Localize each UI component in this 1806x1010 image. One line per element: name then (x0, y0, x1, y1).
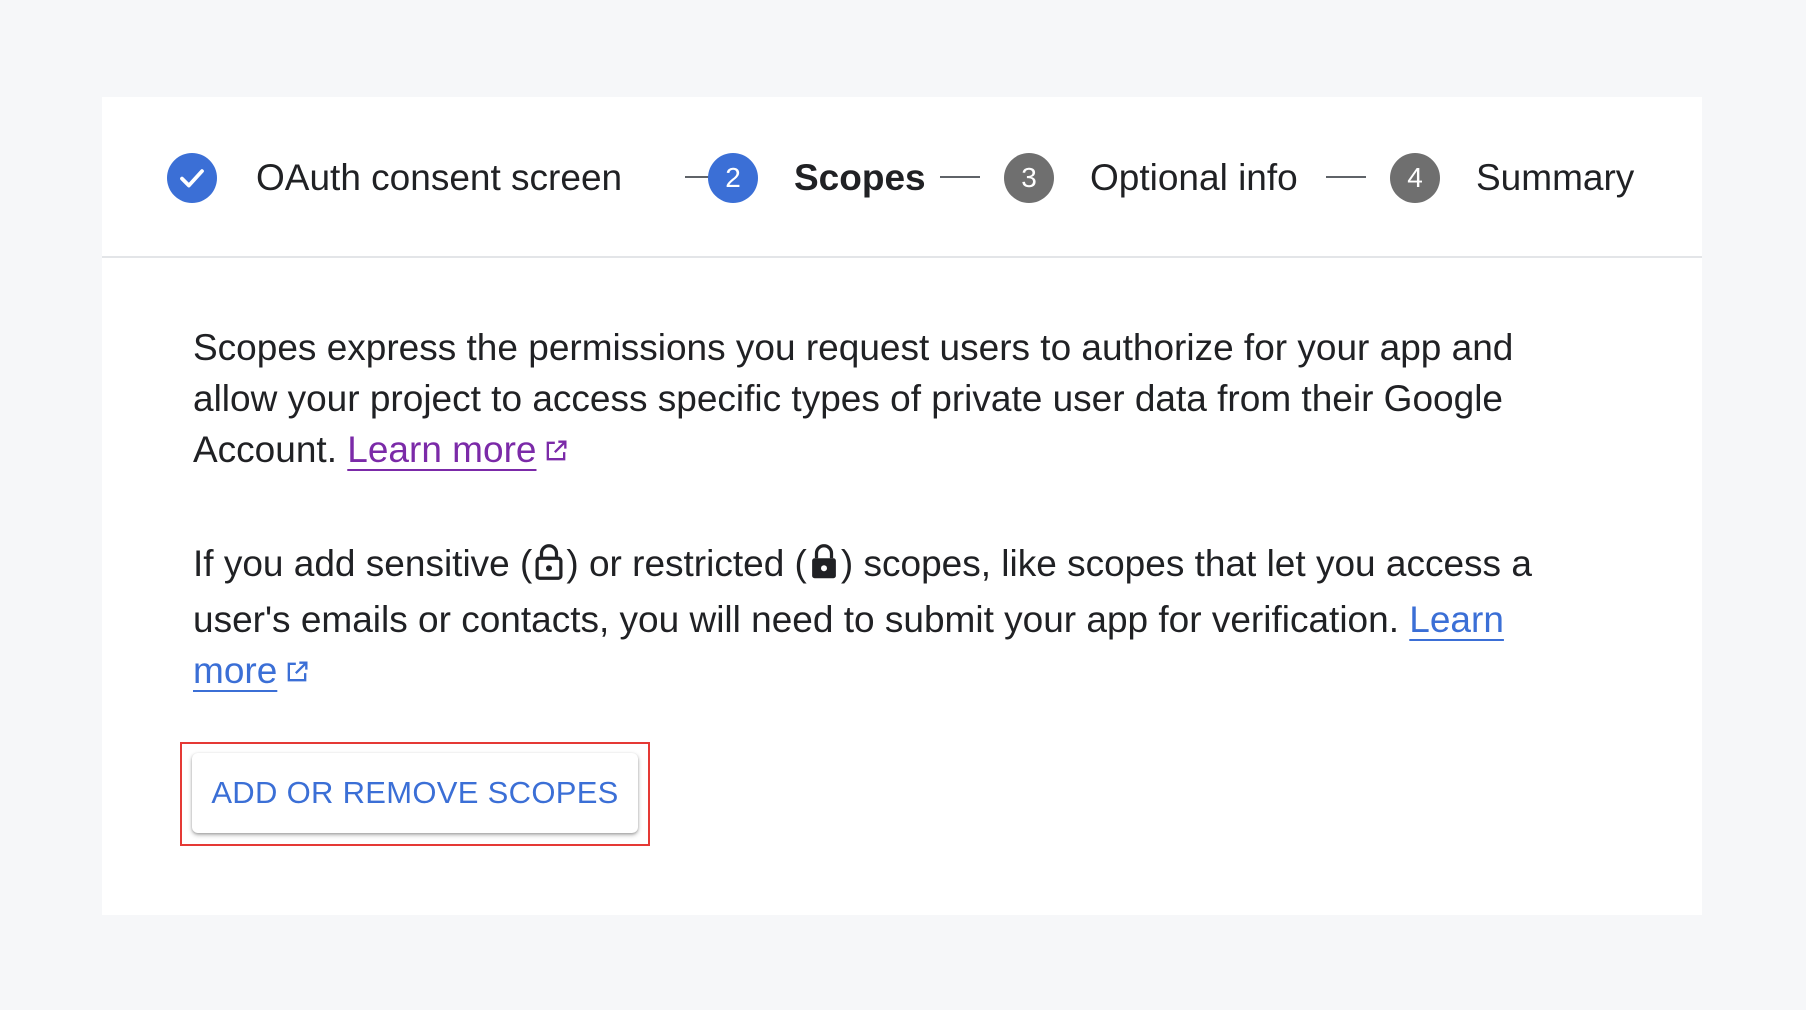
lock-icon (809, 543, 839, 594)
step-number-badge: 3 (1004, 152, 1054, 203)
step-connector (1326, 176, 1366, 178)
step-label: OAuth consent screen (256, 156, 623, 198)
add-or-remove-scopes-button[interactable]: ADD OR REMOVE SCOPES (192, 753, 638, 833)
scopes-description: Scopes express the permissions you reque… (193, 322, 1553, 699)
step-number-badge: 4 (1390, 152, 1440, 203)
step-oauth-consent-screen[interactable]: OAuth consent screen (167, 97, 622, 258)
step-number-badge: 2 (708, 152, 758, 203)
step-summary[interactable]: 4 Summary (1390, 97, 1634, 258)
open-in-new-icon (283, 648, 311, 699)
step-label: Optional info (1090, 156, 1298, 198)
sensitive-text: If you add sensitive ( (193, 543, 533, 584)
step-optional-info[interactable]: 3 Optional info (1004, 97, 1298, 258)
scopes-intro-paragraph: Scopes express the permissions you reque… (193, 322, 1553, 478)
open-in-new-icon (542, 427, 570, 478)
restricted-text: ) or restricted ( (566, 543, 807, 584)
sensitive-scopes-paragraph: If you add sensitive () or restricted ()… (193, 538, 1553, 699)
learn-more-link[interactable]: Learn more (347, 429, 536, 470)
step-label: Summary (1476, 156, 1635, 198)
step-connector (940, 176, 980, 178)
stepper: OAuth consent screen 2 Scopes 3 Optional… (102, 97, 1702, 258)
step-scopes[interactable]: 2 Scopes (708, 97, 926, 258)
lock-open-outline-icon (534, 543, 564, 594)
oauth-config-card: OAuth consent screen 2 Scopes 3 Optional… (102, 97, 1702, 915)
step-label: Scopes (794, 156, 926, 198)
check-icon (167, 152, 217, 203)
